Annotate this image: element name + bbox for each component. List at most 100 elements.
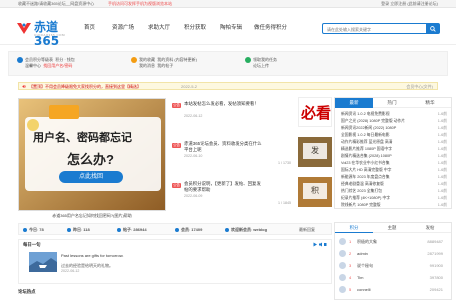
stat-yesterday: 昨日: 118 <box>67 224 90 235</box>
tab-posts[interactable]: 发帖 <box>411 223 449 233</box>
tab-essence[interactable]: 精华 <box>411 98 449 108</box>
latest-item-title[interactable]: 院线新片 1080P 完整版 <box>341 203 381 207</box>
rank-number: 5 <box>349 287 352 292</box>
tab-topics[interactable]: 主题 <box>373 223 411 233</box>
latest-list-item[interactable]: Vol23 在华农业中小红书合集 1-6前 <box>341 160 447 167</box>
logo-mark-icon <box>17 23 31 34</box>
ranking-row[interactable]: 1 积极的大象 8889487 <box>339 236 449 247</box>
nav-help-hall[interactable]: 求助大厅 <box>148 23 170 33</box>
member-name[interactable]: admin <box>357 248 368 259</box>
member-name[interactable]: 积极的大象 <box>357 236 377 247</box>
banner-line1: 用户名、密码都忘记 <box>33 132 132 144</box>
quick-group-profile[interactable]: 我的收藏 我的资料 (内容待更新) 我的消息 我的帖子 <box>131 57 197 68</box>
item-views: 1 / 1845 <box>278 201 291 205</box>
latest-list-item[interactable]: 精选影片推荐 1080P 国语中字 1-6前 <box>341 146 447 153</box>
nav-home[interactable]: 首页 <box>84 23 95 33</box>
latest-item-title[interactable]: 经典老剧重温 高清修复版 <box>341 182 384 186</box>
daily-quote: 每日一句 Past lessons are gifts for tomorrow… <box>18 239 332 284</box>
featured-banner[interactable]: 用户名、密码都忘记 怎么办? 点此找回 <box>18 98 166 211</box>
tab-latest[interactable]: 最新 <box>335 98 373 108</box>
latest-item-title[interactable]: 动作片精彩推荐 蓝光原盘 高清 <box>341 140 392 144</box>
latest-item-title[interactable]: 国产之光 (2028) 1080P 完整版 动作片 <box>341 119 405 123</box>
latest-list-item[interactable]: 全国影视 1.0.2 每日最新电影 1-6前 <box>341 132 447 139</box>
item-title[interactable]: 赤道365论坛会员、资料收发分类在什么平台上呢 <box>184 141 262 153</box>
banner-caption[interactable]: 赤道365用户名忘记如何找回密码?(图片)帮助 <box>18 212 166 220</box>
ranking-row[interactable]: 2 admin 2871999 <box>339 248 449 259</box>
stat-members: 会员: 17409 <box>175 224 202 235</box>
latest-item-title[interactable]: 国际大片 HD 高清完整版 中字 <box>341 168 391 172</box>
calendar-icon <box>67 227 71 232</box>
stat-new-member[interactable]: 欢迎新会员: weblog <box>225 224 267 235</box>
announcement-text[interactable]: 【置顶】不用会员降级限免大家找积分的，直接到这里【精选】 <box>29 83 141 90</box>
announcement-link[interactable]: 会员中心(文件) <box>406 83 433 90</box>
banner-button[interactable]: 点此找回 <box>59 171 123 183</box>
ranking-row[interactable]: 4 Tim 397800 <box>339 272 449 283</box>
member-name[interactable]: connelli <box>357 284 371 295</box>
logo-subtitle: CHIDAO365.COM <box>34 33 66 37</box>
item-thumbnail[interactable]: 发 <box>298 137 332 167</box>
latest-item-time: 1-6前 <box>437 182 447 186</box>
forum-stats: 今日: 78 昨日: 118 帖子: 286944 会员: 17409 欢迎新会… <box>18 223 332 235</box>
latest-item-title[interactable]: 剧情片精选合集 (2028) 1080P <box>341 154 392 158</box>
search-input[interactable] <box>327 25 421 33</box>
latest-reply-link[interactable]: 最新回复 <box>299 224 315 235</box>
audio-controls[interactable] <box>313 242 327 248</box>
nav-earn-points[interactable]: 积分获取 <box>184 23 206 33</box>
ranking-row[interactable]: 5 connelli 209421 <box>339 284 449 295</box>
tab-hot[interactable]: 热门 <box>373 98 411 108</box>
latest-list-item[interactable]: 院线新片 1080P 完整版 1-6前 <box>341 202 447 209</box>
quick-group-points[interactable]: 会员积分等级表 积分 · 钱包 温馨中心 找回用户名/密码 <box>17 57 75 68</box>
member-score: 2871999 <box>427 251 443 256</box>
latest-item-title[interactable]: 新能源车 2023 年度盘点合集 <box>341 175 390 179</box>
mobile-hint[interactable]: 手机访问可发挥手机为视版浏览本站 <box>108 0 172 8</box>
item-thumbnail[interactable]: 必看 <box>298 97 332 127</box>
latest-list-item[interactable]: 动作片精彩推荐 蓝光原盘 高清 1-6前 <box>341 139 447 146</box>
latest-list-item[interactable]: 纪录片推荐 (4K+1080P) 中字 1-6前 <box>341 195 447 202</box>
search-button[interactable] <box>426 24 439 33</box>
tab-points[interactable]: 积分 <box>335 223 373 233</box>
quick-group-tasks[interactable]: 领取我的任务 论坛上传 <box>245 57 277 68</box>
latest-list-item[interactable]: 新闻资讯 1.0.2 电视免费影视 1-6前 <box>341 111 447 118</box>
login-links[interactable]: 登录 立即注册 (此前请注册论坛) <box>381 0 438 8</box>
latest-list-item[interactable]: 热门综艺 2023 全集打包 1-6前 <box>341 188 447 195</box>
item-title[interactable]: 会员积分说明，【更新了】发帖、回复发帖的要求帮助 <box>184 181 262 193</box>
latest-item-title[interactable]: 新闻资讯 1.0.2 电视免费影视 <box>341 112 390 116</box>
avatar[interactable] <box>339 262 346 269</box>
latest-item-time: 1-6前 <box>437 203 447 207</box>
user-icon <box>225 227 229 232</box>
announcement-bar: 【置顶】不用会员降级限免大家找积分的，直接到这里【精选】 2022-5-2 会员… <box>18 82 438 90</box>
ranking-row[interactable]: 3 说个秘句 991900 <box>339 260 449 271</box>
site-logo[interactable]: 赤道365 CHIDAO365.COM <box>16 20 74 48</box>
avatar[interactable] <box>339 286 346 293</box>
item-title[interactable]: 本站发帖怎么发必看，发帖须知要看！ <box>184 101 262 107</box>
latest-item-title[interactable]: 纪录片推荐 (4K+1080P) 中字 <box>341 196 390 200</box>
nav-resources[interactable]: 资源广场 <box>112 23 134 33</box>
latest-list-item[interactable]: 经典老剧重温 高清修复版 1-6前 <box>341 181 447 188</box>
latest-item-title[interactable]: 精选影片推荐 1080P 国语中字 <box>341 147 392 151</box>
item-thumbnail[interactable]: 积 <box>298 177 332 207</box>
avatar[interactable] <box>339 250 346 257</box>
nav-tasks[interactable]: 做任务得积分 <box>254 23 287 33</box>
member-name[interactable]: Tim <box>357 272 364 283</box>
avatar[interactable] <box>339 238 346 245</box>
latest-list-item[interactable]: 新闻资讯2022新闻 (2022) 1080P 1-6前 <box>341 125 447 132</box>
latest-item-title[interactable]: Vol23 在华农业中小红书合集 <box>341 161 390 165</box>
nav-albums[interactable]: 陶帕专辑 <box>220 23 242 33</box>
latest-item-title[interactable]: 热门综艺 2023 全集打包 <box>341 189 382 193</box>
latest-list-item[interactable]: 国际大片 HD 高清完整版 中字 1-6前 <box>341 167 447 174</box>
latest-list-item[interactable]: 剧情片精选合集 (2028) 1080P 1-6前 <box>341 153 447 160</box>
member-name[interactable]: 说个秘句 <box>357 260 373 271</box>
list-item[interactable]: 公告 赤道365论坛会员、资料收发分类在什么平台上呢 2022-06-10 1 … <box>172 137 332 175</box>
latest-list-item[interactable]: 国产之光 (2028) 1080P 完整版 动作片 1-6前 <box>341 118 447 125</box>
member-score: 8889487 <box>427 239 443 244</box>
latest-list-item[interactable]: 新能源车 2023 年度盘点合集 1-6前 <box>341 174 447 181</box>
wallet-icon <box>17 57 23 63</box>
daily-title: 每日一句 <box>23 242 41 247</box>
list-item[interactable]: 公告 会员积分说明，【更新了】发帖、回复发帖的要求帮助 2022-06-09 1… <box>172 177 332 215</box>
play-icon[interactable] <box>313 242 327 247</box>
rank-number: 3 <box>349 263 352 268</box>
list-item[interactable]: 公告 本站发帖怎么发必看，发帖须知要看！ 2022-06-12 必看 <box>172 97 332 135</box>
latest-item-title[interactable]: 全国影视 1.0.2 每日最新电影 <box>341 133 390 137</box>
latest-item-title[interactable]: 新闻资讯2022新闻 (2022) 1080P <box>341 126 396 130</box>
avatar[interactable] <box>339 274 346 281</box>
